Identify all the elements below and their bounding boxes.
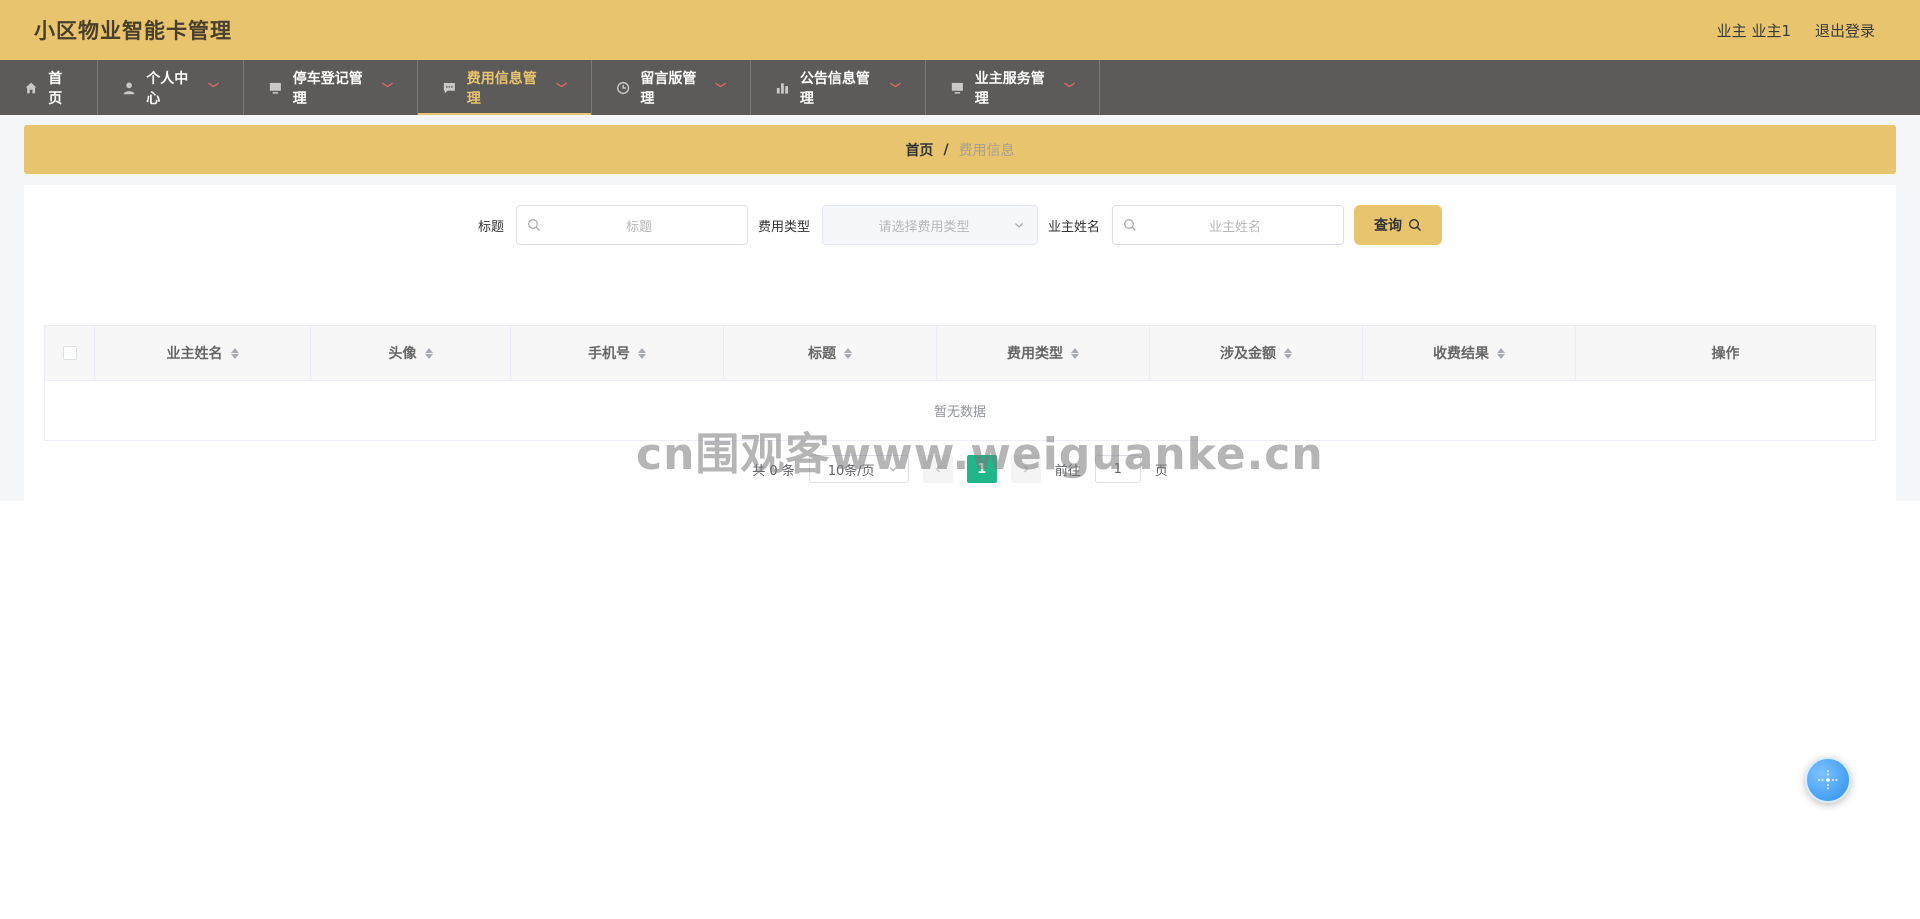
page-number-current[interactable]: 1	[966, 455, 997, 483]
top-header: 小区物业智能卡管理 业主 业主1 退出登录	[0, 0, 1920, 60]
chevron-down-icon: ﹀	[556, 81, 567, 95]
crosshair-icon	[1818, 770, 1838, 790]
sort-icon[interactable]	[1497, 347, 1505, 359]
nav-item-personal-center[interactable]: 个人中心 ﹀	[98, 60, 244, 115]
prev-page-button[interactable]	[922, 455, 953, 483]
goto-page-input[interactable]: 1	[1094, 455, 1141, 483]
nav-item-home[interactable]: 首页	[0, 60, 98, 115]
search-icon	[1409, 218, 1422, 231]
logout-link[interactable]: 退出登录	[1815, 20, 1875, 41]
chevron-left-icon	[935, 465, 940, 473]
empty-text: 暂无数据	[933, 405, 986, 420]
nav-item-owner-service[interactable]: 业主服务管理 ﹀	[926, 60, 1100, 115]
nav-item-label: 首页	[48, 70, 63, 107]
next-page-button[interactable]	[1010, 455, 1041, 483]
sort-icon[interactable]	[844, 347, 852, 359]
sort-icon[interactable]	[1071, 347, 1079, 359]
sort-icon[interactable]	[230, 347, 239, 359]
column-fee-type[interactable]: 费用类型	[937, 326, 1150, 380]
chevron-down-icon: ﹀	[382, 81, 393, 95]
fee-type-placeholder: 请选择费用类型	[878, 219, 970, 235]
sort-icon[interactable]	[1284, 347, 1292, 359]
breadcrumb: 首页 / 费用信息	[24, 125, 1896, 174]
column-label: 头像	[388, 346, 417, 362]
breadcrumb-home[interactable]: 首页	[905, 140, 933, 160]
search-icon	[528, 219, 540, 231]
query-button-label: 查询	[1374, 218, 1403, 234]
nav-item-label: 个人中心	[146, 70, 189, 107]
query-button[interactable]: 查询	[1354, 205, 1443, 245]
breadcrumb-separator: /	[943, 141, 949, 158]
column-title[interactable]: 标题	[724, 326, 937, 380]
owner-name-placeholder: 业主姓名	[1209, 219, 1262, 235]
chevron-down-icon	[1015, 223, 1023, 228]
monitor-icon	[269, 82, 281, 94]
total-count: 共 0 条	[752, 463, 795, 479]
column-actions: 操作	[1576, 326, 1875, 380]
home-icon	[25, 82, 37, 93]
page-suffix: 页	[1154, 463, 1168, 479]
user-area: 业主 业主1 退出登录	[1717, 20, 1875, 41]
main-nav: 首页 个人中心 ﹀ 停车登记管理 ﹀ 费用信息管理 ﹀ 留言版管理 ﹀ 公告信息…	[0, 60, 1920, 115]
nav-item-label: 公告信息管理	[799, 70, 870, 107]
nav-item-label: 停车登记管理	[292, 70, 363, 107]
page-size-select[interactable]: 10条/页	[808, 455, 909, 483]
chart-icon	[776, 82, 789, 94]
chevron-down-icon: ﹀	[208, 81, 219, 95]
fee-table: 业主姓名 头像 手机号 标题 费用类型 涉及金额 收费结果 操作 暂无数据	[44, 325, 1876, 441]
select-all-cell	[45, 326, 95, 380]
chevron-down-icon: ﹀	[1064, 81, 1075, 95]
goto-label: 前往	[1054, 463, 1081, 479]
search-icon	[1124, 219, 1136, 231]
title-search-input[interactable]: 标题	[515, 205, 748, 245]
chevron-right-icon	[1023, 465, 1029, 473]
chevron-down-icon: ﹀	[890, 81, 901, 95]
column-avatar[interactable]: 头像	[311, 326, 511, 380]
nav-item-label: 留言版管理	[640, 70, 697, 107]
nav-item-parking[interactable]: 停车登记管理 ﹀	[244, 60, 418, 115]
column-label: 涉及金额	[1220, 346, 1276, 362]
floating-action-button[interactable]	[1805, 757, 1851, 803]
nav-item-notice-info[interactable]: 公告信息管理 ﹀	[751, 60, 926, 115]
chevron-down-icon: ﹀	[715, 81, 726, 95]
column-label: 收费结果	[1433, 346, 1489, 362]
column-amount[interactable]: 涉及金额	[1150, 326, 1363, 380]
sort-icon[interactable]	[424, 347, 433, 359]
fee-type-label: 费用类型	[757, 219, 810, 235]
column-label: 操作	[1711, 346, 1740, 362]
search-form: 标题 标题 费用类型 请选择费用类型 业主姓名 业主姓名 查询	[24, 205, 1896, 245]
nav-item-label: 业主服务管理	[974, 70, 1045, 107]
column-owner-name[interactable]: 业主姓名	[95, 326, 311, 380]
owner-name-search-input[interactable]: 业主姓名	[1112, 205, 1345, 245]
nav-item-message-board[interactable]: 留言版管理 ﹀	[592, 60, 751, 115]
owner-name-label: 业主姓名	[1048, 219, 1101, 235]
column-charge-result[interactable]: 收费结果	[1363, 326, 1576, 380]
clock-icon	[617, 81, 630, 94]
chevron-down-icon	[889, 467, 897, 472]
app-title: 小区物业智能卡管理	[34, 19, 232, 43]
table-header: 业主姓名 头像 手机号 标题 费用类型 涉及金额 收费结果 操作	[45, 326, 1875, 381]
nav-item-fee-info[interactable]: 费用信息管理 ﹀	[418, 60, 592, 115]
column-label: 手机号	[588, 346, 630, 362]
user-icon	[123, 81, 135, 94]
pagination: 共 0 条 10条/页 1 前往 1 页	[24, 455, 1896, 483]
title-placeholder: 标题	[625, 219, 652, 235]
page-size-value: 10条/页	[827, 463, 875, 479]
select-all-checkbox[interactable]	[62, 346, 77, 360]
user-label: 业主 业主1	[1716, 21, 1791, 40]
column-label: 业主姓名	[166, 346, 223, 362]
fee-type-select[interactable]: 请选择费用类型	[822, 205, 1038, 245]
column-label: 费用类型	[1007, 346, 1063, 362]
message-icon	[443, 82, 455, 94]
title-label: 标题	[477, 219, 504, 235]
monitor-icon	[951, 82, 963, 94]
nav-item-label: 费用信息管理	[466, 70, 537, 107]
column-label: 标题	[808, 346, 836, 362]
breadcrumb-current: 费用信息	[958, 142, 1015, 159]
content-panel: 标题 标题 费用类型 请选择费用类型 业主姓名 业主姓名 查询 业主姓名 头像 …	[24, 185, 1896, 501]
sort-icon[interactable]	[638, 347, 646, 359]
column-phone[interactable]: 手机号	[511, 326, 724, 380]
table-empty-state: 暂无数据	[45, 381, 1875, 440]
